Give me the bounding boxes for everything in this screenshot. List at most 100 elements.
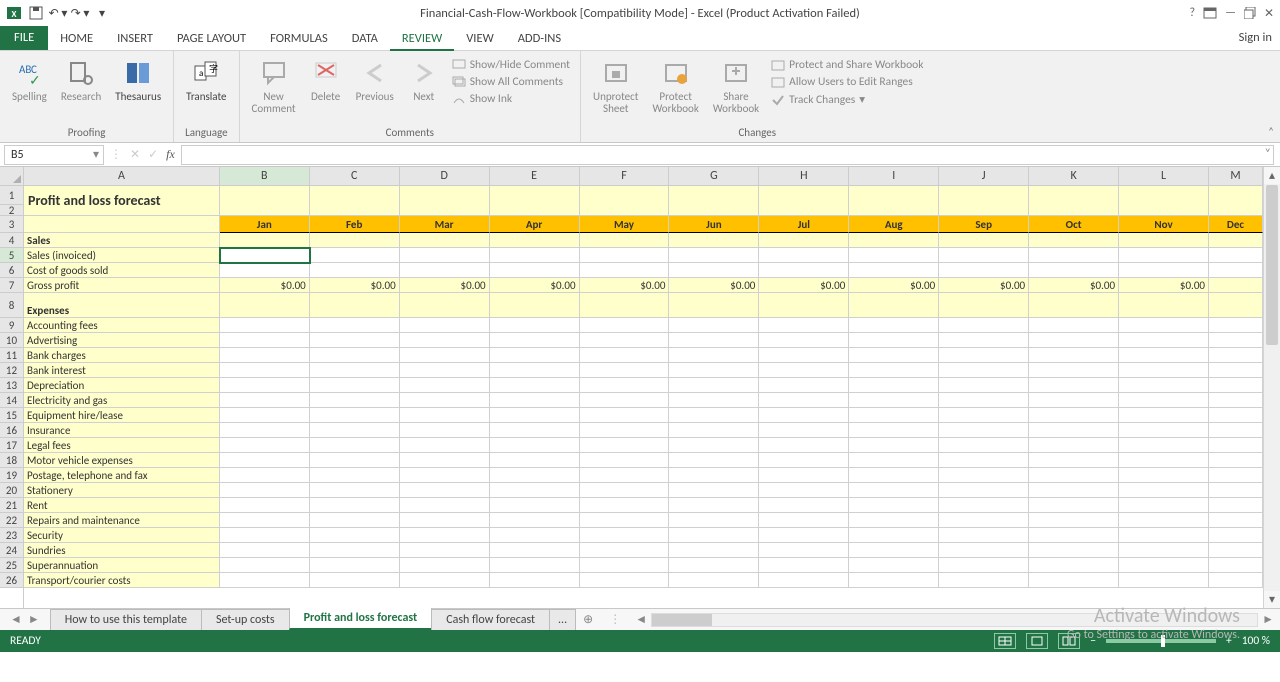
cell[interactable] [849, 333, 939, 348]
column-header-G[interactable]: G [669, 167, 759, 185]
cell[interactable] [759, 483, 849, 498]
cell[interactable] [310, 573, 400, 588]
month-header-Jun[interactable]: Jun [669, 216, 759, 233]
cell[interactable]: $0.00 [310, 278, 400, 293]
cell[interactable] [220, 408, 310, 423]
cell[interactable] [490, 293, 580, 318]
show-all-comments-button[interactable]: Show All Comments [448, 74, 574, 90]
row-header-10[interactable]: 10 [0, 333, 23, 348]
cell[interactable] [849, 513, 939, 528]
cell[interactable] [310, 363, 400, 378]
cell[interactable] [939, 498, 1029, 513]
row-header-19[interactable]: 19 [0, 468, 23, 483]
cell[interactable] [1209, 453, 1263, 468]
cell[interactable] [1119, 248, 1209, 263]
new-comment-button[interactable]: New Comment [246, 55, 302, 117]
cell[interactable] [580, 318, 670, 333]
cell[interactable] [1209, 498, 1263, 513]
sign-in-link[interactable]: Sign in [1239, 25, 1280, 50]
view-normal-icon[interactable] [994, 633, 1016, 649]
cell[interactable] [400, 408, 490, 423]
collapse-ribbon-icon[interactable]: ˄ [1268, 125, 1274, 138]
row-label[interactable]: Bank interest [24, 363, 220, 378]
cell[interactable] [580, 293, 670, 318]
column-header-A[interactable]: A [24, 167, 220, 185]
month-header-Mar[interactable]: Mar [400, 216, 490, 233]
cell[interactable] [1029, 483, 1119, 498]
cell[interactable] [1209, 348, 1263, 363]
cell[interactable] [1209, 278, 1263, 293]
row-label[interactable]: Accounting fees [24, 318, 220, 333]
cell[interactable] [849, 393, 939, 408]
cell[interactable] [1209, 263, 1263, 278]
cell[interactable] [580, 333, 670, 348]
zoom-slider[interactable] [1106, 639, 1216, 643]
row-header-2[interactable]: 2 [0, 205, 23, 216]
column-header-L[interactable]: L [1119, 167, 1209, 185]
tab-review[interactable]: REVIEW [390, 26, 454, 51]
cell[interactable] [24, 216, 220, 233]
name-box-dropdown-icon[interactable]: ▾ [93, 147, 103, 162]
cell[interactable] [939, 423, 1029, 438]
hscroll-thumb[interactable] [652, 614, 712, 626]
cell[interactable] [490, 468, 580, 483]
cell[interactable] [939, 468, 1029, 483]
cell[interactable] [1209, 393, 1263, 408]
cell[interactable] [490, 348, 580, 363]
cell[interactable] [669, 408, 759, 423]
cell[interactable]: $0.00 [1029, 278, 1119, 293]
row-label[interactable]: Security [24, 528, 220, 543]
cell[interactable] [849, 483, 939, 498]
cell[interactable] [310, 408, 400, 423]
cell[interactable] [1119, 573, 1209, 588]
cell[interactable] [580, 543, 670, 558]
share-workbook-button[interactable]: Share Workbook [707, 55, 765, 117]
cell[interactable] [310, 468, 400, 483]
sheet-tab-more[interactable]: ... [549, 609, 576, 630]
cell[interactable] [939, 543, 1029, 558]
cell[interactable] [939, 248, 1029, 263]
row-header-16[interactable]: 16 [0, 423, 23, 438]
cell[interactable] [1029, 378, 1119, 393]
row-label[interactable]: Bank charges [24, 348, 220, 363]
cell[interactable] [1029, 423, 1119, 438]
cell[interactable] [1209, 468, 1263, 483]
cell[interactable] [1029, 293, 1119, 318]
cell[interactable] [220, 573, 310, 588]
cell[interactable] [580, 263, 670, 278]
cell[interactable] [220, 543, 310, 558]
cell[interactable] [1119, 393, 1209, 408]
cell[interactable]: $0.00 [759, 278, 849, 293]
cell[interactable] [220, 498, 310, 513]
cell-title[interactable]: Profit and loss forecast [24, 186, 220, 216]
cell[interactable] [310, 186, 400, 216]
cell[interactable] [1029, 453, 1119, 468]
cell[interactable] [310, 498, 400, 513]
cell[interactable] [490, 318, 580, 333]
cell[interactable] [1119, 498, 1209, 513]
cell[interactable] [220, 263, 310, 278]
cell[interactable] [849, 186, 939, 216]
cell[interactable] [939, 333, 1029, 348]
cell[interactable] [669, 318, 759, 333]
cell[interactable] [220, 363, 310, 378]
sheet-nav-prev-icon[interactable]: ◄ [10, 612, 22, 627]
cell[interactable] [580, 423, 670, 438]
cell[interactable] [1209, 483, 1263, 498]
cell[interactable] [939, 363, 1029, 378]
tab-data[interactable]: DATA [340, 25, 390, 50]
cell[interactable] [400, 378, 490, 393]
cell[interactable] [580, 498, 670, 513]
cell[interactable] [1119, 543, 1209, 558]
tab-file[interactable]: FILE [0, 25, 48, 50]
cell[interactable] [490, 408, 580, 423]
cell[interactable] [1209, 378, 1263, 393]
cell[interactable] [310, 513, 400, 528]
column-header-K[interactable]: K [1029, 167, 1119, 185]
cell[interactable] [580, 438, 670, 453]
cell[interactable] [759, 186, 849, 216]
cell[interactable] [490, 498, 580, 513]
cell[interactable] [939, 348, 1029, 363]
cell[interactable] [310, 348, 400, 363]
research-button[interactable]: Research [55, 55, 107, 105]
